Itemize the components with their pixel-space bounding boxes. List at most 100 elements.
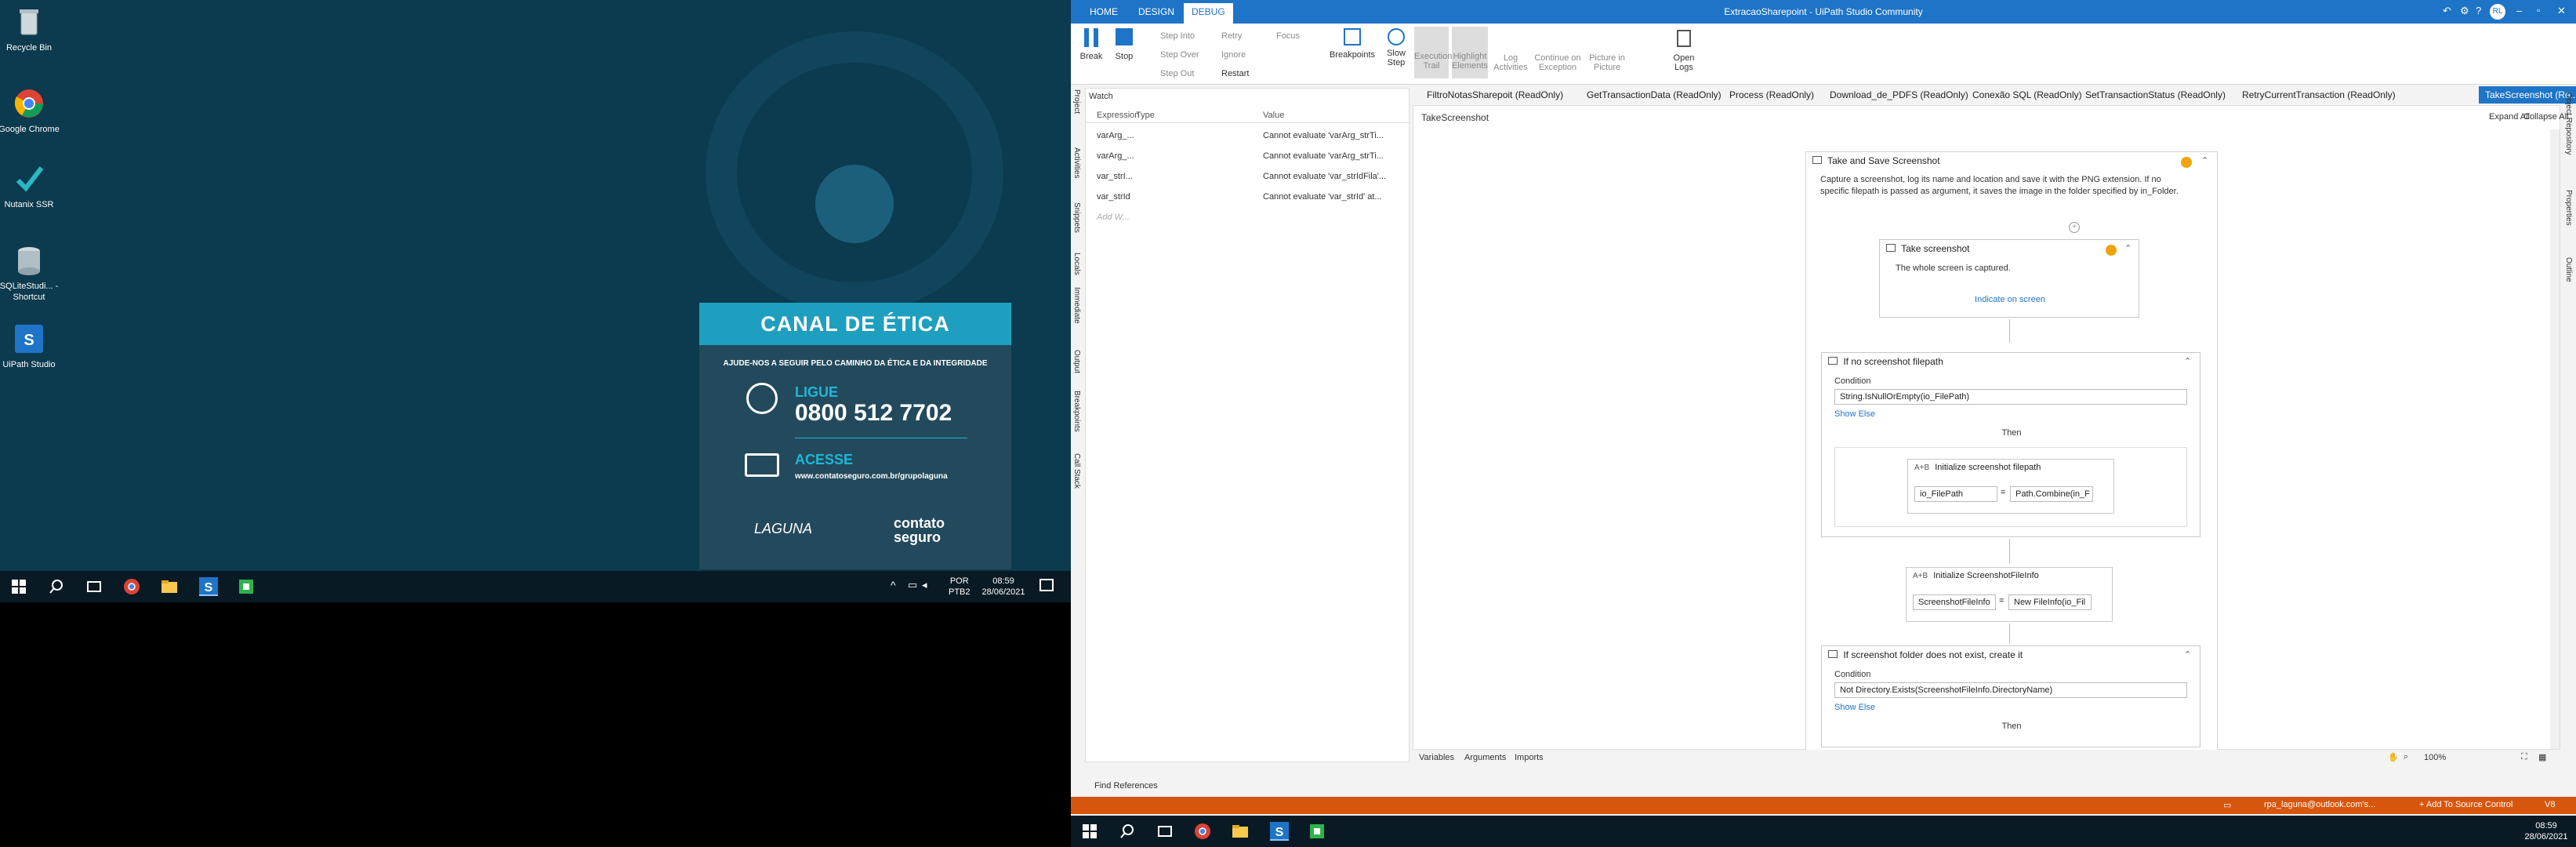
windows-start-icon[interactable] bbox=[1080, 822, 1099, 841]
picture-in-picture-button[interactable]: Picture in Picture bbox=[1585, 27, 1629, 72]
assign-fileinfo-activity[interactable]: A+B Initialize ScreenshotFileInfo Screen… bbox=[1906, 567, 2113, 622]
chrome-shortcut[interactable]: Google Chrome bbox=[0, 86, 60, 135]
clock-time[interactable]: 08:59 bbox=[978, 576, 1029, 587]
task-view-icon[interactable] bbox=[1156, 822, 1174, 841]
tray-chevron-icon[interactable]: ^ bbox=[891, 579, 896, 591]
step-into-button[interactable]: Step Into bbox=[1160, 31, 1195, 41]
ignore-button[interactable]: Ignore bbox=[1221, 50, 1246, 60]
breakpoints-button[interactable]: Breakpoints bbox=[1326, 28, 1378, 60]
search-icon[interactable] bbox=[47, 577, 66, 596]
chrome-icon[interactable] bbox=[1193, 822, 1212, 841]
side-tab-call-stack[interactable]: Call Stack bbox=[1072, 453, 1081, 489]
language-indicator[interactable]: POR bbox=[949, 576, 971, 587]
volume-icon[interactable]: ◂ bbox=[922, 579, 927, 591]
execution-trail-button[interactable]: Execution Trail bbox=[1414, 27, 1452, 78]
log-activities-button[interactable]: Log Activities bbox=[1493, 27, 1529, 72]
file-explorer-icon[interactable] bbox=[1231, 822, 1250, 841]
file-explorer-icon[interactable] bbox=[160, 577, 179, 596]
arguments-tab[interactable]: Arguments bbox=[1464, 753, 1506, 762]
watch-row[interactable]: var_strId Cannot evaluate 'var_strId' at… bbox=[1086, 189, 1410, 205]
clock-date[interactable]: 28/06/2021 bbox=[978, 587, 1029, 598]
column-type[interactable]: Type bbox=[1136, 111, 1155, 120]
doc-tab[interactable]: Download_de_PDFS (ReadOnly) bbox=[1823, 86, 1975, 104]
side-tab-breakpoints[interactable]: Breakpoints bbox=[1072, 391, 1081, 432]
column-expression[interactable]: Expression bbox=[1097, 111, 1139, 120]
continue-on-exception-button[interactable]: Continue on Exception bbox=[1533, 27, 1582, 72]
slow-step-button[interactable]: Slow Step bbox=[1383, 28, 1410, 67]
add-watch-input[interactable]: Add W... bbox=[1097, 213, 1130, 222]
zoom-level[interactable]: 100% bbox=[2424, 753, 2446, 762]
watch-row[interactable]: varArg_... Cannot evaluate 'varArg_strTi… bbox=[1086, 148, 1410, 164]
collapse-chevron-icon[interactable]: ⌃ bbox=[2184, 649, 2191, 660]
account-label[interactable]: rpa_laguna@outlook.com's... bbox=[2264, 800, 2375, 809]
show-else-link[interactable]: Show Else bbox=[1834, 703, 1875, 712]
uipath-icon[interactable]: S bbox=[1270, 822, 1289, 841]
assign-to-field[interactable]: io_FilePath bbox=[1914, 486, 1997, 502]
breadcrumb[interactable]: TakeScreenshot bbox=[1421, 112, 1489, 123]
pan-icon[interactable]: ✋ bbox=[2388, 752, 2399, 762]
zoom-icon[interactable]: ⌕ bbox=[2404, 752, 2408, 762]
recycle-bin-shortcut[interactable]: Recycle Bin bbox=[0, 5, 60, 53]
assign-filepath-activity[interactable]: A+B Initialize screenshot filepath io_Fi… bbox=[1907, 459, 2114, 514]
focus-button[interactable]: Focus bbox=[1276, 31, 1300, 41]
step-out-button[interactable]: Step Out bbox=[1160, 69, 1194, 78]
side-tab-output[interactable]: Output bbox=[1072, 350, 1081, 373]
side-tab-object-repository[interactable]: Object Repository bbox=[2564, 93, 2573, 154]
if-folder-not-exists-activity[interactable]: If screenshot folder does not exist, cre… bbox=[1821, 645, 2200, 747]
fit-screen-icon[interactable]: ⛶ bbox=[2521, 752, 2527, 762]
keyboard-layout[interactable]: PTB2 bbox=[949, 587, 971, 598]
robot-icon[interactable] bbox=[237, 577, 256, 596]
assign-to-field[interactable]: ScreenshotFileInfo bbox=[1913, 594, 1996, 610]
doc-tab[interactable]: Process (ReadOnly) bbox=[1723, 86, 1820, 104]
collapse-chevron-icon[interactable]: ⌃ bbox=[2184, 356, 2191, 366]
highlight-elements-button[interactable]: Highlight Elements bbox=[1452, 27, 1488, 78]
doc-tab[interactable]: Conexão SQL (ReadOnly) bbox=[1966, 86, 2088, 104]
sqlitestudio-shortcut[interactable]: SQLiteStudi... - Shortcut bbox=[0, 243, 60, 303]
task-view-icon[interactable] bbox=[85, 577, 103, 596]
chrome-icon[interactable] bbox=[122, 577, 141, 596]
variables-tab[interactable]: Variables bbox=[1419, 753, 1454, 762]
side-tab-outline[interactable]: Outline bbox=[2564, 257, 2573, 282]
vertical-scrollbar[interactable] bbox=[2550, 129, 2560, 749]
restart-button[interactable]: Restart bbox=[1221, 69, 1249, 78]
assign-value-field[interactable]: New FileInfo(io_Fil bbox=[2008, 594, 2092, 610]
clock-date[interactable]: 28/06/2021 bbox=[2521, 831, 2571, 842]
help-icon[interactable]: ? bbox=[2476, 5, 2481, 16]
network-icon[interactable]: ▭ bbox=[908, 579, 917, 591]
nutanix-shortcut[interactable]: Nutanix SSR bbox=[0, 162, 60, 210]
windows-start-icon[interactable] bbox=[9, 577, 28, 596]
column-value[interactable]: Value bbox=[1263, 111, 1284, 120]
side-tab-properties[interactable]: Properties bbox=[2564, 190, 2573, 226]
clock-time[interactable]: 08:59 bbox=[2521, 820, 2571, 831]
doc-tab[interactable]: FiltroNotasSharepoit (ReadOnly) bbox=[1420, 86, 1569, 104]
stop-button[interactable]: Stop bbox=[1110, 28, 1138, 61]
side-tab-snippets[interactable]: Snippets bbox=[1072, 202, 1081, 233]
retry-button[interactable]: Retry bbox=[1221, 31, 1242, 41]
status-icon[interactable]: ▭ bbox=[2223, 800, 2231, 810]
uipath-studio-shortcut[interactable]: S UiPath Studio bbox=[0, 322, 60, 370]
step-over-button[interactable]: Step Over bbox=[1160, 50, 1199, 60]
close-icon[interactable]: ✕ bbox=[2557, 5, 2566, 17]
uipath-icon[interactable]: S bbox=[199, 577, 218, 596]
take-screenshot-activity[interactable]: Take screenshot ⌃ The whole screen is ca… bbox=[1879, 239, 2139, 318]
collapse-chevron-icon[interactable]: ⌃ bbox=[2201, 155, 2208, 165]
side-tab-project[interactable]: Project bbox=[1072, 89, 1081, 114]
if-no-filepath-activity[interactable]: If no screenshot filepath ⌃ Condition St… bbox=[1821, 352, 2200, 537]
side-tab-activities[interactable]: Activities bbox=[1072, 147, 1081, 178]
minimize-icon[interactable]: – bbox=[2516, 5, 2522, 16]
collapse-chevron-icon[interactable]: ⌃ bbox=[2124, 243, 2132, 253]
search-icon[interactable] bbox=[1118, 822, 1137, 841]
maximize-icon[interactable]: ▫ bbox=[2537, 5, 2540, 16]
condition-field[interactable]: Not Directory.Exists(ScreenshotFileInfo.… bbox=[1834, 682, 2187, 698]
doc-tab[interactable]: SetTransactionStatus (ReadOnly) bbox=[2079, 86, 2232, 104]
show-else-link[interactable]: Show Else bbox=[1834, 409, 1875, 419]
find-references-tab[interactable]: Find References bbox=[1094, 781, 1158, 791]
notification-icon[interactable] bbox=[1039, 579, 1054, 591]
watch-row[interactable]: varArg_... Cannot evaluate 'varArg_strTi… bbox=[1086, 128, 1410, 144]
break-button[interactable]: Break bbox=[1077, 28, 1105, 61]
side-tab-immediate[interactable]: Immediate bbox=[1072, 287, 1081, 324]
robot-icon[interactable] bbox=[1308, 822, 1326, 841]
assign-value-field[interactable]: Path.Combine(in_F bbox=[2010, 486, 2093, 502]
imports-tab[interactable]: Imports bbox=[1515, 753, 1544, 762]
source-control-button[interactable]: + Add To Source Control bbox=[2419, 800, 2513, 809]
